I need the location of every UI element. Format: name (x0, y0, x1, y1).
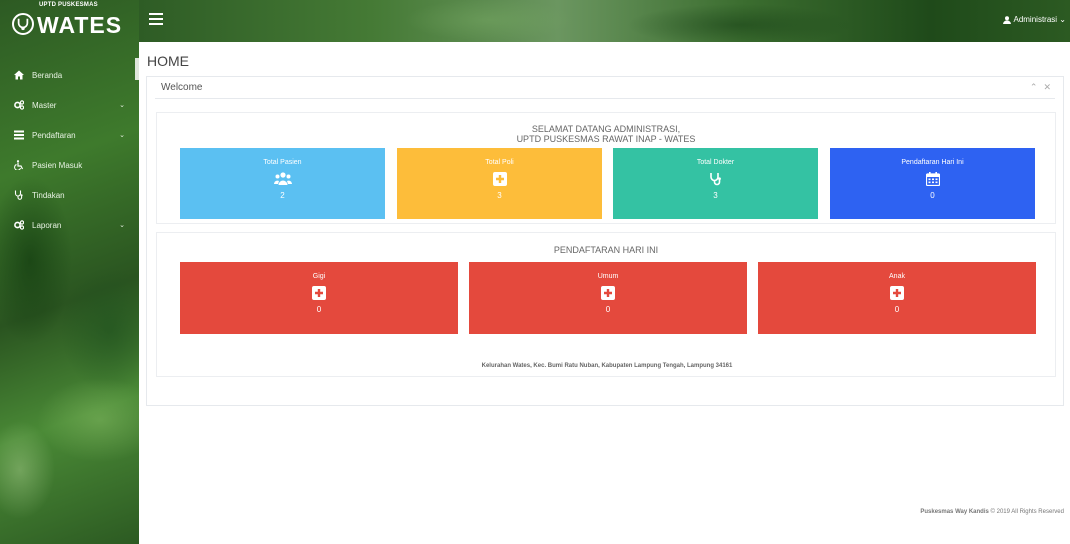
stat-label: Total Poli (485, 159, 514, 166)
stethoscope-icon (613, 172, 818, 186)
plus-square-icon (469, 286, 747, 300)
cogs-icon (12, 220, 26, 230)
stat-label: Total Dokter (696, 159, 735, 166)
sidebar-item-label: Master (32, 100, 57, 110)
plus-square-icon (397, 172, 602, 186)
top-navbar: Administrasi ⌄ (139, 0, 1070, 42)
users-icon (180, 172, 385, 186)
stat-value: 0 (930, 191, 935, 200)
stat-label: Total Pasien (263, 159, 302, 166)
stat-tile-total-dokter[interactable]: Total Dokter 3 (613, 148, 818, 219)
stat-value: 3 (713, 191, 718, 200)
menu-toggle-icon[interactable] (149, 13, 163, 28)
panel-title: Welcome (161, 82, 203, 93)
sidebar-item-label: Pendaftaran (32, 130, 76, 140)
chevron-down-icon: ⌄ (1057, 15, 1066, 24)
panel-header: Welcome ⌃ ✕ (155, 77, 1055, 99)
address-text: Kelurahan Wates, Kec. Bumi Ratu Nuban, K… (481, 363, 733, 369)
brand-logo[interactable]: UPTD PUSKESMAS WATES (0, 0, 139, 42)
footer-rights: © 2019 All Rights Reserved (988, 509, 1064, 515)
stat-tile-total-poli[interactable]: Total Poli 3 (397, 148, 602, 219)
poli-label: Gigi (312, 273, 326, 280)
main-content: HOME Welcome ⌃ ✕ SELAMAT DATANG ADMINIST… (139, 42, 1070, 544)
section-heading: PENDAFTARAN HARI INI (553, 245, 659, 255)
wheelchair-icon (12, 160, 26, 170)
stat-label: Pendaftaran Hari Ini (901, 159, 964, 166)
plus-square-icon (180, 286, 458, 300)
poli-value: 0 (316, 305, 322, 314)
user-icon (1003, 15, 1012, 24)
welcome-panel: Welcome ⌃ ✕ SELAMAT DATANG ADMINISTRASI,… (146, 76, 1064, 406)
welcome-line-2: UPTD PUSKESMAS RAWAT INAP - WATES (516, 134, 696, 144)
poli-tile-gigi[interactable]: Gigi 0 (180, 262, 458, 334)
copyright: Puskesmas Way Kandis © 2019 All Rights R… (920, 509, 1064, 515)
calendar-icon (830, 172, 1035, 186)
sidebar-item-label: Laporan (32, 220, 62, 230)
poli-value: 0 (605, 305, 611, 314)
poli-value: 0 (894, 305, 900, 314)
chevron-down-icon: ⌄ (119, 222, 125, 229)
stethoscope-icon (12, 190, 26, 200)
home-icon (12, 70, 26, 80)
summary-box: SELAMAT DATANG ADMINISTRASI, UPTD PUSKES… (156, 112, 1056, 224)
poli-label: Umum (597, 273, 619, 280)
sidebar-item-label: Tindakan (32, 190, 65, 200)
chevron-down-icon: ⌄ (119, 102, 125, 109)
sidebar-item-pasien-masuk[interactable]: Pasien Masuk (0, 150, 139, 180)
stat-value: 3 (497, 191, 502, 200)
brand-name: WATES (37, 11, 123, 38)
sidebar-item-tindakan[interactable]: Tindakan (0, 180, 139, 210)
welcome-line-1: SELAMAT DATANG ADMINISTRASI, (531, 124, 681, 134)
plus-square-icon (758, 286, 1036, 300)
poli-tile-umum[interactable]: Umum 0 (469, 262, 747, 334)
poli-label: Anak (889, 273, 905, 280)
stat-tile-pendaftaran-hari-ini[interactable]: Pendaftaran Hari Ini 0 (830, 148, 1035, 219)
user-name: Administrasi (1013, 15, 1058, 24)
sidebar-item-master[interactable]: Master ⌄ (0, 90, 139, 120)
brand-subtitle: UPTD PUSKESMAS (39, 1, 98, 8)
stat-tile-total-pasien[interactable]: Total Pasien 2 (180, 148, 385, 219)
sidebar-item-laporan[interactable]: Laporan ⌄ (0, 210, 139, 240)
sidebar-item-pendaftaran[interactable]: Pendaftaran ⌄ (0, 120, 139, 150)
user-menu[interactable]: Administrasi ⌄ (1003, 15, 1066, 24)
sidebar-menu: Beranda Master ⌄ Pendaftaran ⌄ Pasien Ma… (0, 60, 139, 240)
sidebar: UPTD PUSKESMAS WATES Beranda Master ⌄ Pe… (0, 0, 139, 544)
sidebar-item-label: Beranda (32, 70, 63, 80)
cogs-icon (12, 100, 26, 110)
poli-tile-anak[interactable]: Anak 0 (758, 262, 1036, 334)
stat-value: 2 (280, 191, 285, 200)
chevron-down-icon: ⌄ (119, 132, 125, 139)
sidebar-item-label: Pasien Masuk (32, 160, 83, 170)
today-registration-box: PENDAFTARAN HARI INI Gigi 0 Umum 0 Anak (156, 232, 1056, 377)
stethoscope-logo-icon (12, 13, 34, 35)
footer-org[interactable]: Puskesmas Way Kandis (920, 509, 988, 515)
page-title: HOME (147, 53, 189, 69)
collapse-icon[interactable]: ⌃ (1030, 82, 1038, 93)
sidebar-item-beranda[interactable]: Beranda (0, 60, 139, 90)
close-icon[interactable]: ✕ (1043, 82, 1051, 93)
table-icon (12, 130, 26, 140)
